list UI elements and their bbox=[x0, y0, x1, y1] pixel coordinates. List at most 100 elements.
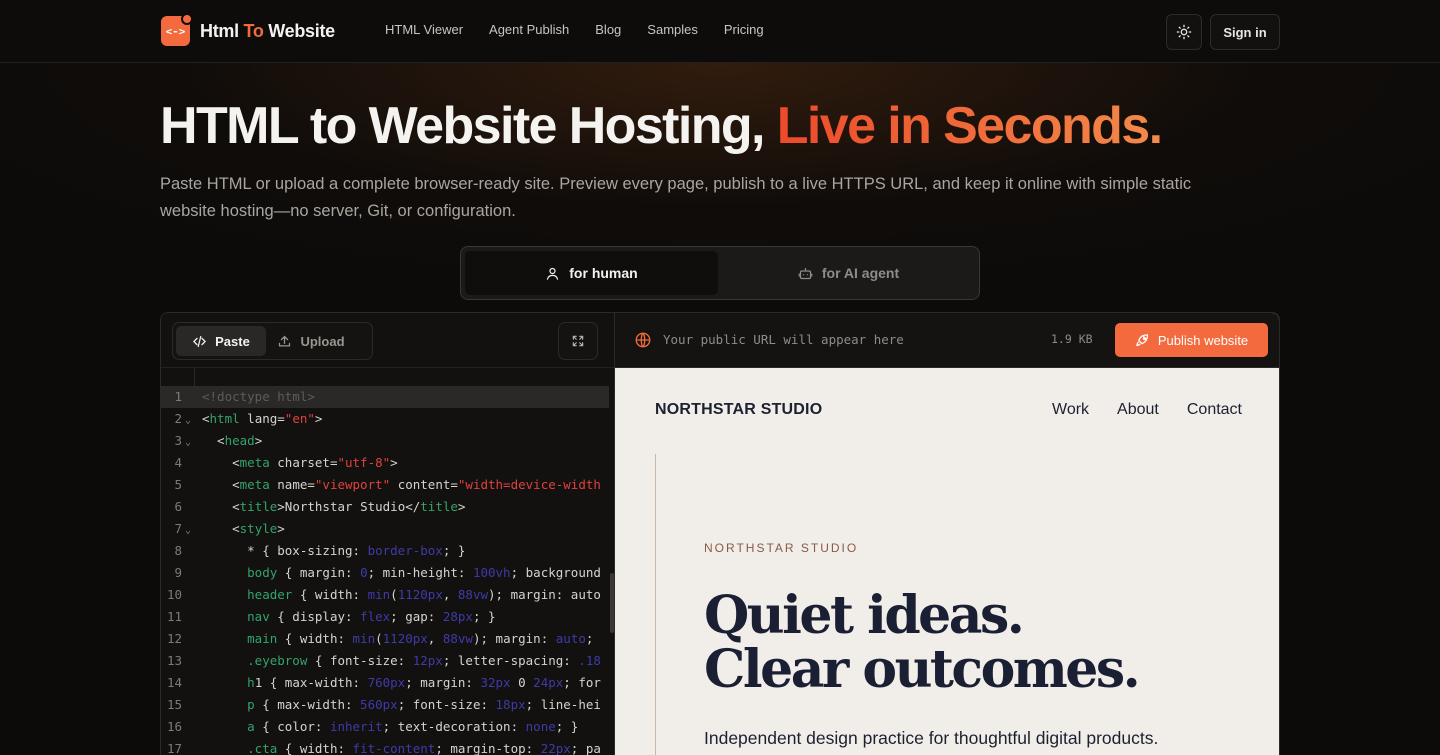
public-url-placeholder: Your public URL will appear here bbox=[663, 332, 904, 347]
code-line[interactable]: 1 <!doctype html> bbox=[161, 386, 609, 408]
code-line[interactable]: 6 <title>Northstar Studio</title> bbox=[161, 496, 609, 518]
code-line[interactable]: 3 ⌄ <head> bbox=[161, 430, 609, 452]
fold-chevron-icon[interactable]: ⌄ bbox=[185, 520, 191, 542]
fold-chevron-icon[interactable]: ⌄ bbox=[185, 410, 191, 432]
paste-tab[interactable]: Paste bbox=[176, 326, 266, 356]
code-line[interactable]: 4 <meta charset="utf-8"> bbox=[161, 452, 609, 474]
line-number: 14 bbox=[166, 675, 182, 690]
publish-website-button[interactable]: Publish website bbox=[1115, 323, 1268, 357]
code-text: a { color: inherit; text-decoration: non… bbox=[247, 719, 579, 734]
upload-tab-label: Upload bbox=[300, 333, 345, 349]
nav-link-samples[interactable]: Samples bbox=[647, 22, 698, 37]
preview-nav-work[interactable]: Work bbox=[1052, 401, 1089, 419]
upload-tab[interactable]: Upload bbox=[266, 326, 356, 356]
fullscreen-button[interactable] bbox=[558, 322, 598, 360]
code-line[interactable]: 13 .eyebrow { font-size: 12px; letter-sp… bbox=[161, 650, 609, 672]
logo[interactable]: <-> Html To Website bbox=[161, 13, 335, 46]
code-text: p { max-width: 560px; font-size: 18px; l… bbox=[247, 697, 601, 712]
code-pane: Paste Upload 1 <!doctype html> 2 ⌄ <html lan… bbox=[161, 313, 615, 755]
line-number: 15 bbox=[166, 697, 182, 712]
publish-label: Publish website bbox=[1157, 332, 1249, 348]
editor-panel: Paste Upload 1 <!doctype html> 2 ⌄ <html lan… bbox=[160, 312, 1280, 755]
gutter-separator bbox=[194, 368, 195, 386]
code-line[interactable]: 5 <meta name="viewport" content="width=d… bbox=[161, 474, 609, 496]
sun-icon bbox=[1176, 24, 1192, 40]
mode-agent-label: for AI agent bbox=[821, 265, 900, 281]
expand-icon bbox=[572, 335, 584, 347]
code-line[interactable]: 9 body { margin: 0; min-height: 100vh; b… bbox=[161, 562, 609, 584]
code-line[interactable]: 7 ⌄ <style> bbox=[161, 518, 609, 540]
preview-nav-about[interactable]: About bbox=[1117, 401, 1159, 419]
nav-link-agent-publish[interactable]: Agent Publish bbox=[489, 22, 569, 37]
preview-nav-contact[interactable]: Contact bbox=[1187, 401, 1242, 419]
nav-link-pricing[interactable]: Pricing bbox=[724, 22, 764, 37]
line-number: 10 bbox=[166, 587, 182, 602]
input-mode-tabs: Paste Upload bbox=[172, 322, 373, 360]
code-line[interactable]: 14 h1 { max-width: 760px; margin: 32px 0… bbox=[161, 672, 609, 694]
code-line[interactable]: 12 main { width: min(1120px, 88vw); marg… bbox=[161, 628, 609, 650]
code-text: header { width: min(1120px, 88vw); margi… bbox=[247, 587, 601, 602]
line-number: 5 bbox=[174, 477, 182, 492]
mode-agent-button[interactable]: for AI agent bbox=[722, 251, 975, 295]
preview-tagline: Independent design practice for thoughtf… bbox=[704, 728, 1159, 748]
code-editor[interactable]: 1 <!doctype html> 2 ⌄ <html lang="en"> 3 ⌄ <he… bbox=[161, 368, 609, 755]
code-text: * { box-sizing: border-box; } bbox=[202, 543, 466, 558]
code-text: <title>Northstar Studio</title> bbox=[202, 499, 466, 514]
hero-subtitle: Paste HTML or upload a complete browser-… bbox=[160, 175, 1192, 220]
theme-toggle-button[interactable] bbox=[1166, 14, 1202, 50]
code-toolbar: Paste Upload bbox=[161, 313, 614, 368]
fold-chevron-icon[interactable]: ⌄ bbox=[185, 432, 191, 454]
code-text: <style> bbox=[202, 521, 285, 536]
code-line[interactable]: 15 p { max-width: 560px; font-size: 18px… bbox=[161, 694, 609, 716]
line-number: 4 bbox=[174, 455, 182, 470]
line-number: 7 bbox=[174, 521, 182, 536]
code-line[interactable]: 10 header { width: min(1120px, 88vw); ma… bbox=[161, 584, 609, 606]
line-number: 12 bbox=[166, 631, 182, 646]
code-line[interactable]: 16 a { color: inherit; text-decoration: … bbox=[161, 716, 609, 738]
line-number: 8 bbox=[174, 543, 182, 558]
code-text: <meta charset="utf-8"> bbox=[202, 455, 398, 470]
preview-headline: Quiet ideas. Clear outcomes. bbox=[704, 585, 1141, 700]
code-text: h1 { max-width: 760px; margin: 32px 0 24… bbox=[247, 675, 601, 690]
code-icon bbox=[193, 335, 207, 347]
code-text: <meta name="viewport" content="width=dev… bbox=[202, 477, 601, 492]
audience-toggle: for human for AI agent bbox=[460, 246, 980, 300]
top-navbar: <-> Html To Website HTML Viewer Agent Pu… bbox=[0, 0, 1440, 63]
preview-brand[interactable]: NORTHSTAR STUDIO bbox=[655, 401, 822, 419]
logo-icon: <-> bbox=[161, 13, 193, 46]
logo-text: Html To Website bbox=[200, 20, 335, 41]
line-number: 13 bbox=[166, 653, 182, 668]
line-number: 3 bbox=[174, 433, 182, 448]
code-text: <head> bbox=[202, 433, 263, 448]
nav-link-html-viewer[interactable]: HTML Viewer bbox=[385, 22, 463, 37]
code-line[interactable]: 17 .cta { width: fit-content; margin-top… bbox=[161, 738, 609, 755]
preview-divider bbox=[655, 454, 656, 755]
mode-human-label: for human bbox=[569, 265, 638, 281]
line-number: 17 bbox=[166, 741, 182, 755]
site-preview: NORTHSTAR STUDIO Work About Contact NORT… bbox=[615, 368, 1279, 755]
code-line[interactable]: 2 ⌄ <html lang="en"> bbox=[161, 408, 609, 430]
preview-headline-line1: Quiet ideas. bbox=[704, 585, 1025, 646]
line-number: 2 bbox=[174, 411, 182, 426]
bot-icon bbox=[798, 267, 813, 279]
preview-nav: Work About Contact bbox=[1052, 401, 1242, 419]
hero-title: HTML to Website Hosting, Live in Seconds… bbox=[160, 97, 1163, 155]
preview-headline-line2: Clear outcomes. bbox=[704, 639, 1141, 700]
nav-link-blog[interactable]: Blog bbox=[595, 22, 621, 37]
mode-human-button[interactable]: for human bbox=[465, 251, 718, 295]
line-number: 6 bbox=[174, 499, 182, 514]
code-line[interactable]: 8 * { box-sizing: border-box; } bbox=[161, 540, 609, 562]
code-line[interactable]: 11 nav { display: flex; gap: 28px; } bbox=[161, 606, 609, 628]
code-text: <html lang="en"> bbox=[202, 411, 323, 426]
line-number: 9 bbox=[174, 565, 182, 580]
globe-icon bbox=[635, 332, 651, 348]
sign-in-button[interactable]: Sign in bbox=[1210, 14, 1280, 50]
preview-pane: Your public URL will appear here 1.9 KB … bbox=[615, 313, 1279, 755]
upload-icon bbox=[279, 335, 291, 346]
code-text: .eyebrow { font-size: 12px; letter-spaci… bbox=[247, 653, 601, 668]
code-text: .cta { width: fit-content; margin-top: 2… bbox=[247, 741, 601, 755]
code-scrollbar[interactable] bbox=[610, 573, 614, 633]
file-size: 1.9 KB bbox=[1051, 332, 1093, 346]
preview-eyebrow: NORTHSTAR STUDIO bbox=[704, 541, 859, 555]
paste-tab-label: Paste bbox=[215, 333, 250, 349]
